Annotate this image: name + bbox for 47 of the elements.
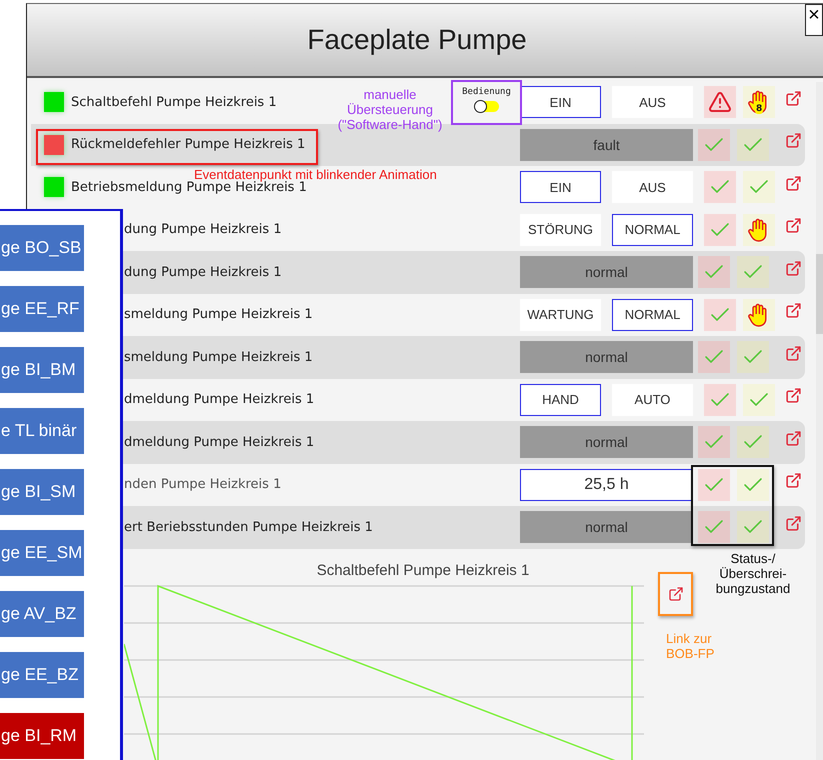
nav-button[interactable]: ge AV_BZ [0,591,84,637]
state-button[interactable]: WARTUNG [520,298,601,331]
datapoint-label: Betriebsmeldung Pumpe Heizkreis 1 [71,180,307,195]
mode-toggle[interactable] [474,101,498,112]
annotation-text: Status-/ Überschrei- bungzustand [714,551,792,596]
datapoint-label: dmeldung Pumpe Heizkreis 1 [124,392,314,408]
nav-button[interactable]: ge EE_RF [0,286,84,332]
nav-button[interactable]: ge EE_SM [0,530,84,576]
value-display: normal [520,341,693,374]
state-button[interactable]: AUTO [612,384,693,416]
nav-button[interactable]: ge BI_SM [0,469,84,515]
chart-title: Schaltbefehl Pumpe Heizkreis 1 [316,562,530,578]
datapoint-label: nden Pumpe Heizkreis 1 [124,477,282,492]
state-button[interactable]: NORMAL [612,214,693,246]
value-field[interactable]: 25,5 h [520,468,693,501]
state-button[interactable]: NORMAL [612,298,693,331]
datapoint-label: dmeldung Pumpe Heizkreis 1 [124,434,314,450]
value-display: normal [520,426,693,458]
window-title: Faceplate Pumpe [307,24,527,56]
close-button[interactable]: × [805,4,823,36]
nav-button[interactable]: ge EE_BZ [0,652,84,698]
nav-button[interactable]: ge BI_RM [0,713,84,759]
annotation-text: manuelle Übersteuerung ("Software-Hand") [336,87,444,132]
nav-button[interactable]: ge BO_SB [0,225,84,271]
nav-button[interactable]: ge BI_BM [0,347,84,393]
datapoint-label: Schaltbefehl Pumpe Heizkreis 1 [71,94,277,110]
annotation-text: Eventdatenpunkt mit blinkender Animation [194,167,437,182]
annotation-text: Link zur BOB-FP [666,631,714,661]
state-button[interactable]: EIN [520,86,601,118]
value-display: fault [520,128,693,161]
state-button[interactable]: HAND [520,384,601,416]
toggle-label: Bedienung [462,87,511,97]
datapoint-label: Rückmeldefehler Pumpe Heizkreis 1 [71,137,306,152]
state-button[interactable]: STÖRUNG [520,214,601,246]
datapoint-label: smeldung Pumpe Heizkreis 1 [124,350,313,365]
datapoint-label: dung Pumpe Heizkreis 1 [124,264,282,280]
value-display: normal [520,511,693,544]
datapoint-label: smeldung Pumpe Heizkreis 1 [124,307,313,322]
override-count: 8 [755,104,764,114]
datapoint-label: dung Pumpe Heizkreis 1 [124,222,282,238]
state-button[interactable]: AUS [612,86,693,118]
nav-button[interactable]: e TL binär [0,408,84,454]
scrollbar[interactable] [816,82,823,760]
datapoint-label: ert Beriebsstunden Pumpe Heizkreis 1 [124,520,373,535]
state-button[interactable]: AUS [612,171,693,204]
state-button[interactable]: EIN [520,171,601,204]
value-display: normal [520,256,693,288]
